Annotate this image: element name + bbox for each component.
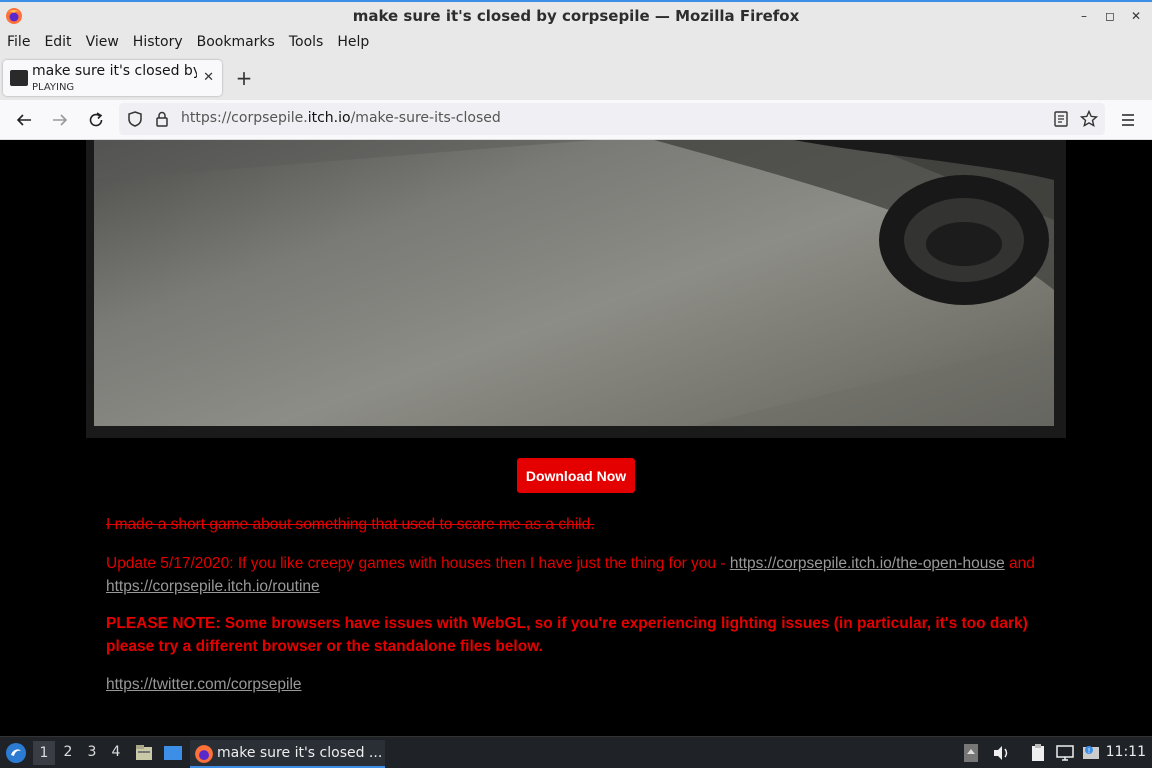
new-tab-button[interactable]: + (234, 66, 254, 90)
reload-icon[interactable] (86, 110, 106, 130)
twitter-link[interactable]: https://twitter.com/corpsepile (106, 676, 302, 693)
bookmark-star-icon[interactable] (1080, 110, 1098, 128)
menu-tools[interactable]: Tools (289, 34, 331, 50)
download-now-button[interactable]: Download Now (517, 458, 635, 493)
update-text: Update 5/17/2020: If you like creepy gam… (106, 555, 730, 572)
notification-icon[interactable]: ! (1081, 743, 1101, 763)
hamburger-menu-icon[interactable] (1118, 110, 1138, 130)
desktop-icon[interactable] (162, 743, 184, 763)
file-manager-icon[interactable] (134, 743, 154, 763)
minimize-button[interactable]: – (1076, 8, 1092, 24)
menu-bookmarks[interactable]: Bookmarks (197, 34, 282, 50)
taskbar-task-label: make sure it's closed ... (217, 745, 383, 761)
menu-bar: File Edit View History Bookmarks Tools H… (0, 30, 1152, 54)
reader-view-icon[interactable] (1052, 110, 1070, 128)
workspace-3[interactable]: 3 (81, 744, 103, 760)
shield-icon[interactable] (126, 110, 144, 128)
firefox-task-icon (195, 745, 213, 763)
clipboard-icon[interactable] (1028, 743, 1048, 763)
update-and-text: and (1004, 555, 1035, 572)
tab-close-icon[interactable]: ✕ (203, 70, 214, 85)
open-house-link[interactable]: https://corpsepile.itch.io/the-open-hous… (730, 555, 1005, 572)
tray-arrow-icon[interactable] (963, 743, 979, 763)
volume-icon[interactable] (991, 743, 1011, 763)
menu-file[interactable]: File (7, 34, 37, 50)
tab-active[interactable]: make sure it's closed by PLAYING ✕ (3, 60, 222, 96)
workspace-4[interactable]: 4 (105, 744, 127, 760)
page-content: Download Now I made a short game about s… (0, 140, 1152, 736)
menu-history[interactable]: History (133, 34, 190, 50)
workspace-1[interactable]: 1 (33, 741, 55, 765)
start-menu-icon[interactable] (4, 741, 28, 765)
game-frame (86, 140, 1066, 438)
webgl-note: PLEASE NOTE: Some browsers have issues w… (106, 615, 1028, 655)
menu-edit[interactable]: Edit (44, 34, 78, 50)
tab-favicon-icon (10, 70, 28, 86)
navigation-bar: https://corpsepile.itch.io/make-sure-its… (0, 100, 1152, 140)
update-paragraph: Update 5/17/2020: If you like creepy gam… (106, 552, 1036, 598)
twitter-paragraph: https://twitter.com/corpsepile (106, 673, 1036, 696)
url-path: /make-sure-its-closed (350, 110, 501, 126)
url-domain: itch.io (307, 110, 351, 126)
window-titlebar: make sure it's closed by corpsepile — Mo… (0, 0, 1152, 30)
back-arrow-icon[interactable] (14, 110, 34, 130)
url-text[interactable]: https://corpsepile.itch.io/make-sure-its… (181, 110, 501, 126)
taskbar-clock: 11:11 (1105, 744, 1146, 760)
tab-title: make sure it's closed by (32, 63, 197, 79)
tab-strip: make sure it's closed by PLAYING ✕ + (0, 54, 1152, 100)
forward-arrow-icon[interactable] (50, 110, 70, 130)
taskbar: 1 2 3 4 make sure it's closed ... ! 11:1… (0, 736, 1152, 768)
url-bar[interactable]: https://corpsepile.itch.io/make-sure-its… (119, 103, 1105, 135)
firefox-logo-icon (6, 8, 22, 24)
window-title: make sure it's closed by corpsepile — Mo… (352, 7, 800, 25)
routine-link[interactable]: https://corpsepile.itch.io/routine (106, 578, 320, 595)
close-window-button[interactable]: ✕ (1128, 8, 1144, 24)
maximize-button[interactable]: ◻ (1102, 8, 1118, 24)
game-canvas[interactable] (94, 140, 1054, 426)
workspace-2[interactable]: 2 (57, 744, 79, 760)
url-prefix: https://corpsepile. (181, 110, 308, 126)
menu-view[interactable]: View (86, 34, 126, 50)
menu-help[interactable]: Help (337, 34, 376, 50)
svg-text:!: ! (1088, 747, 1091, 755)
tab-playing-label: PLAYING (32, 82, 75, 93)
network-icon[interactable] (1055, 743, 1075, 763)
taskbar-firefox-task[interactable]: make sure it's closed ... (190, 740, 385, 768)
description-strike-line: I made a short game about something that… (106, 516, 595, 533)
lock-icon[interactable] (153, 110, 171, 128)
